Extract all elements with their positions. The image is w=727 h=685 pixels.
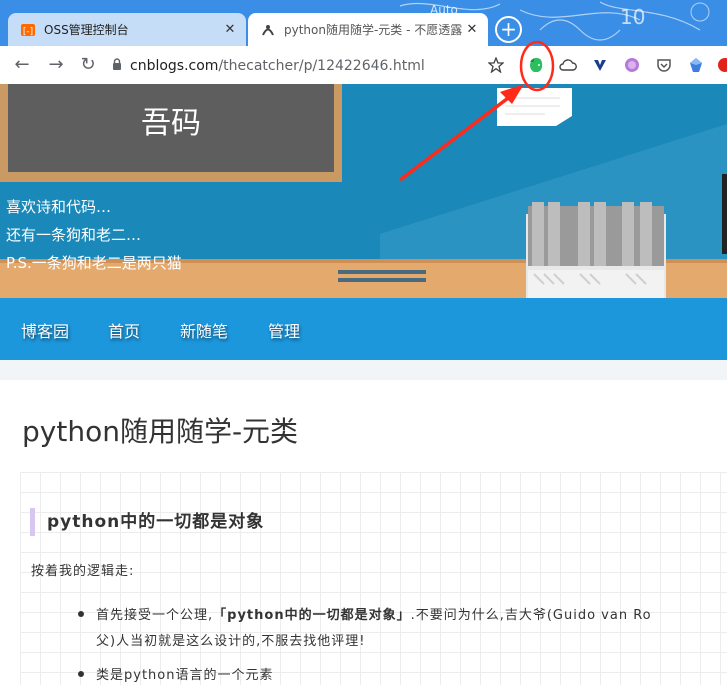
- nav-link-cnblogs[interactable]: 博客园: [21, 318, 69, 342]
- tagline: 还有一条狗和老二…: [6, 226, 142, 244]
- pocket-icon[interactable]: [654, 55, 674, 75]
- list-item: 首先接受一个公理,「python中的一切都是对象」.不要问为什么,吉大爷(Gui…: [96, 604, 652, 623]
- tab-title: OSS管理控制台: [44, 23, 129, 37]
- paragraph: 按着我的逻辑走:: [31, 564, 135, 579]
- list-text: .不要问为什么,吉大爷(Guido van Ro: [410, 608, 652, 623]
- nav-link-home[interactable]: 首页: [108, 318, 140, 342]
- vimium-icon[interactable]: [590, 55, 610, 75]
- book-stack: [526, 202, 666, 298]
- reload-icon[interactable]: ↻: [78, 55, 98, 75]
- section-heading: python中的一切都是对象: [30, 508, 264, 536]
- new-tab-button[interactable]: +: [495, 16, 522, 43]
- list-item-continuation: 父)人当初就是这么设计的,不服去找他评理!: [96, 634, 366, 649]
- close-icon[interactable]: ✕: [222, 22, 238, 37]
- star-icon[interactable]: [486, 55, 506, 75]
- extension-icon[interactable]: [686, 55, 706, 75]
- address-bar[interactable]: cnblogs.com/thecatcher/p/12422646.html: [112, 56, 425, 76]
- evernote-icon[interactable]: [526, 55, 546, 75]
- lock-icon: [112, 57, 122, 75]
- url-path: /thecatcher/p/12422646.html: [218, 58, 425, 74]
- aliyun-icon: [-]: [20, 22, 36, 38]
- blog-nav: 博客园 首页 新随笔 管理: [0, 298, 727, 360]
- extension-icon[interactable]: [712, 55, 727, 75]
- back-arrow-icon[interactable]: ←: [12, 55, 32, 75]
- divider: [0, 360, 727, 380]
- chalkboard-title: 吾码: [141, 106, 201, 141]
- tab-title: python随用随学-元类 - 不愿透露: [284, 23, 463, 37]
- tab-oss-console[interactable]: [-] OSS管理控制台 ✕: [8, 13, 246, 46]
- bullet-dot: [78, 611, 84, 617]
- paper-note: [497, 88, 572, 126]
- browser-toolbar: ← → ↻ cnblogs.com/thecatcher/p/12422646.…: [0, 46, 727, 85]
- tab-strip: Auto 10 [-] OSS管理控制台 ✕ python随用随学-元类 - 不…: [0, 0, 727, 46]
- cnblogs-icon: [260, 22, 276, 38]
- post-title[interactable]: python随用随学-元类: [22, 410, 298, 450]
- extension-icon[interactable]: [622, 55, 642, 75]
- nav-link-new-post[interactable]: 新随笔: [180, 318, 228, 342]
- cloud-icon[interactable]: [558, 55, 578, 75]
- blog-header: 吾码 喜欢诗和代码… 还有一条狗和老二… P.S.一条狗和老二是两只猫: [0, 84, 727, 298]
- post-body: python随用随学-元类 python中的一切都是对象 按着我的逻辑走: 首先…: [0, 380, 727, 685]
- svg-text:10: 10: [620, 5, 645, 29]
- tagline: P.S.一条狗和老二是两只猫: [6, 254, 182, 272]
- tab-python-metaclass[interactable]: python随用随学-元类 - 不愿透露 ✕: [248, 13, 488, 46]
- bullet-dot: [78, 671, 84, 677]
- close-icon[interactable]: ✕: [464, 22, 480, 37]
- forward-arrow-icon[interactable]: →: [46, 55, 66, 75]
- list-text: 首先接受一个公理,: [96, 608, 214, 623]
- list-item: 类是python语言的一个元素: [96, 668, 274, 683]
- url-host: cnblogs.com: [130, 58, 219, 74]
- svg-text:[-]: [-]: [23, 27, 33, 37]
- tagline: 喜欢诗和代码…: [6, 198, 112, 216]
- list-strong: 「python中的一切都是对象」: [213, 608, 411, 623]
- nav-link-manage[interactable]: 管理: [268, 318, 300, 342]
